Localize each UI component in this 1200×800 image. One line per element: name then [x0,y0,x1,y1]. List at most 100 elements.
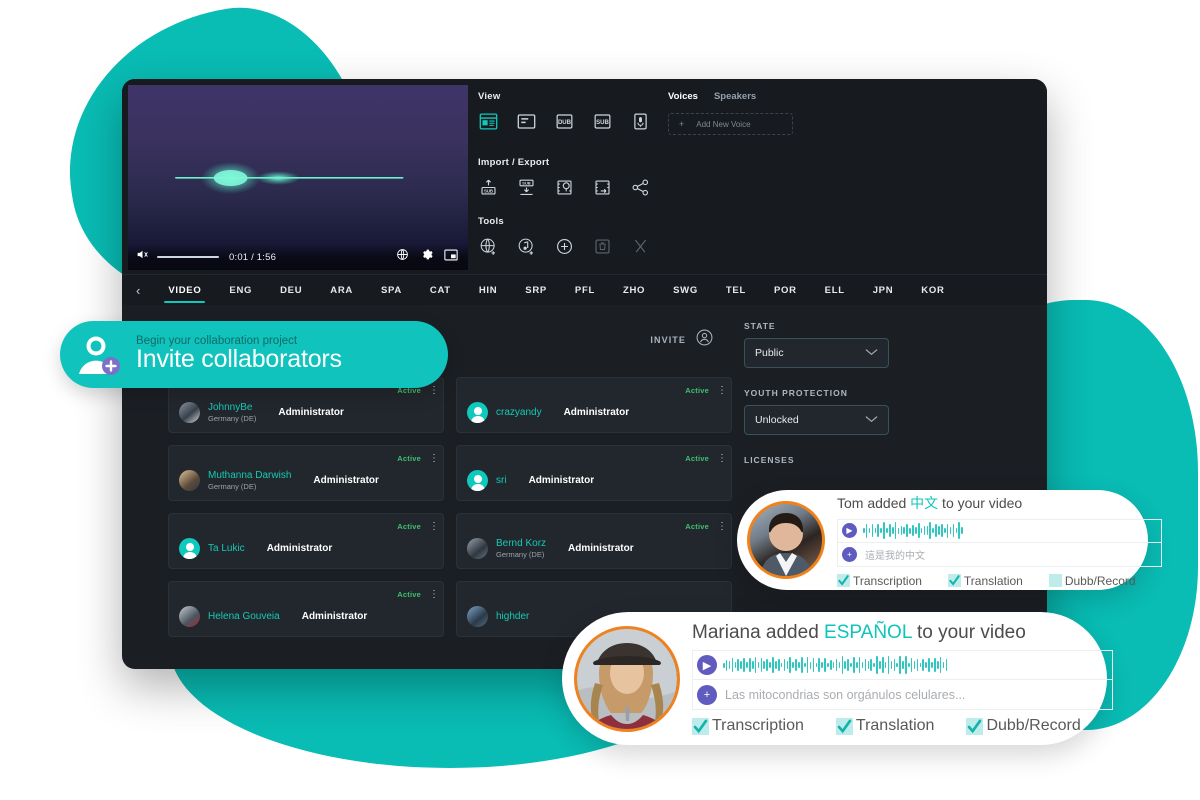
more-options-icon[interactable]: ⋮ [717,453,727,463]
audio-waveform-graphic [174,161,404,194]
globe-icon[interactable] [396,248,409,266]
notification-suffix: to your video [938,494,1023,511]
avatar [179,606,200,627]
add-audio-icon[interactable] [516,236,536,256]
tab-ara[interactable]: ARA [316,275,367,306]
more-options-icon[interactable]: ⋮ [717,385,727,395]
share-icon[interactable] [630,177,650,197]
tab-tel[interactable]: TEL [712,275,760,306]
play-icon[interactable]: ▶ [842,523,857,538]
tab-por[interactable]: POR [760,275,811,306]
tab-pfl[interactable]: PFL [561,275,609,306]
collaborator-card[interactable]: Active ⋮ sri Administrator [456,445,732,501]
chevron-left-icon[interactable]: ‹ [136,284,140,297]
tab-jpn[interactable]: JPN [859,275,908,306]
tab-spa[interactable]: SPA [367,275,416,306]
tab-hin[interactable]: HIN [465,275,511,306]
tab-speakers[interactable]: Speakers [714,91,756,102]
add-new-voice-button[interactable]: + Add New Voice [668,113,793,135]
collaborator-card[interactable]: Active ⋮ Ta Lukic Administrator [168,513,444,569]
audio-player-row-mariana[interactable]: ▶ [692,650,1113,680]
view-icon-row: DUB SUB [478,111,668,131]
dub-icon[interactable]: DUB [554,111,574,131]
tab-srp[interactable]: SRP [511,275,561,306]
tab-ell[interactable]: ELL [811,275,859,306]
tab-zho[interactable]: ZHO [609,275,659,306]
more-options-icon[interactable]: ⋮ [429,521,439,531]
collaborator-card[interactable]: Active ⋮ Muthanna Darwish Germany (DE) Admin… [168,445,444,501]
more-options-icon[interactable]: ⋮ [429,453,439,463]
tab-voices[interactable]: Voices [668,91,698,102]
checkbox-transcription[interactable]: Transcription [837,574,922,588]
collaborator-column-right: Active ⋮ crazyandy Administrator Active ⋮ sri A… [456,377,732,637]
collaborator-name[interactable]: Helena Gouveia [208,611,280,622]
state-select[interactable]: Public [744,338,889,368]
tool-panel: View DUB SUB Import / Export SUB SUB Too… [468,79,1047,274]
gear-icon[interactable] [420,248,433,266]
export-subtitle-icon[interactable]: SUB [516,177,536,197]
speaker-muted-icon[interactable] [136,248,149,266]
checkbox-dubb-record[interactable]: Dubb/Record [1048,574,1136,588]
picture-in-picture-icon[interactable] [444,248,458,266]
collaborator-column-left: Active ⋮ JohnnyBe Germany (DE) Administrator… [168,377,444,637]
transcript-row-tom[interactable]: + 這是我的中文 [837,542,1162,567]
list-view-icon[interactable] [516,111,536,131]
collaborator-name[interactable]: Muthanna Darwish [208,470,291,481]
more-options-icon[interactable]: ⋮ [429,385,439,395]
cut-scissors-icon[interactable] [630,236,650,256]
collaborator-card[interactable]: Active ⋮ crazyandy Administrator [456,377,732,433]
status-badge: Active [685,453,709,463]
view-section-title: View [478,91,501,102]
tab-cat[interactable]: CAT [416,275,465,306]
delete-trash-icon[interactable] [592,236,612,256]
collaborator-name[interactable]: Bernd Korz [496,538,546,549]
plus-icon[interactable]: + [842,546,857,562]
collaborator-name[interactable]: Ta Lukic [208,543,245,554]
collaborator-name[interactable]: highder [496,611,529,622]
notification-card-mariana[interactable]: Mariana added ESPAÑOL to your video ▶ + … [562,612,1113,745]
language-tab-bar: ‹ VIDEO ENG DEU ARA SPA CAT HIN SRP PFL ZHO SWG TEL… [122,274,1047,305]
checkbox-transcription[interactable]: Transcription [692,717,804,735]
collaborator-name[interactable]: JohnnyBe [208,402,256,413]
checkbox-translation[interactable]: Translation [835,717,934,735]
collaborator-card[interactable]: Active ⋮ Bernd Korz Germany (DE) Administrat… [456,513,732,569]
avatar [179,538,200,559]
transcript-row-mariana[interactable]: + Las mitocondrias son orgánulos celular… [692,680,1113,710]
collaborator-location: Germany (DE) [496,550,545,559]
notification-prefix: Tom added [837,494,911,511]
tab-eng[interactable]: ENG [215,275,266,306]
add-plus-icon[interactable] [554,236,574,256]
collaborator-name[interactable]: sri [496,475,507,486]
microphone-icon[interactable] [630,111,650,131]
notification-card-tom[interactable]: Tom added 中文 to your video ▶ + 這是我的中文 Tr… [737,490,1162,590]
checked-icon [835,717,853,735]
play-icon[interactable]: ▶ [697,655,717,675]
volume-slider[interactable] [157,256,219,258]
export-video-icon[interactable] [592,177,612,197]
checkbox-translation[interactable]: Translation [947,574,1023,588]
import-subtitle-icon[interactable]: SUB [478,177,498,197]
notification-checks-tom: Transcription Translation Dubb/Record [837,574,1162,588]
tab-kor[interactable]: KOR [907,275,958,306]
collaborator-card[interactable]: Active ⋮ Helena Gouveia Administrator [168,581,444,637]
audio-player-row-tom[interactable]: ▶ [837,518,1162,543]
tab-video[interactable]: VIDEO [154,275,215,306]
collaborator-role: Administrator [528,475,595,486]
sub-icon[interactable]: SUB [592,111,612,131]
invite-collaborators-callout[interactable]: Begin your collaboration project Invite … [60,321,448,388]
video-player[interactable]: 0:01 / 1:56 [128,85,468,270]
import-media-icon[interactable] [554,177,574,197]
layout-view-icon[interactable] [478,111,498,131]
tab-deu[interactable]: DEU [266,275,316,306]
video-timecode: 0:01 / 1:56 [229,251,277,263]
add-language-icon[interactable] [478,236,498,256]
youth-protection-select[interactable]: Unlocked [744,405,889,435]
more-options-icon[interactable]: ⋮ [717,521,727,531]
more-options-icon[interactable]: ⋮ [429,589,439,599]
collaborator-name[interactable]: crazyandy [496,407,542,418]
plus-icon[interactable]: + [697,684,717,705]
tab-swg[interactable]: SWG [659,275,712,306]
checkbox-label: Transcription [712,717,804,734]
invite-person-icon[interactable] [695,328,714,352]
checkbox-dubb-record[interactable]: Dubb/Record [966,717,1081,735]
